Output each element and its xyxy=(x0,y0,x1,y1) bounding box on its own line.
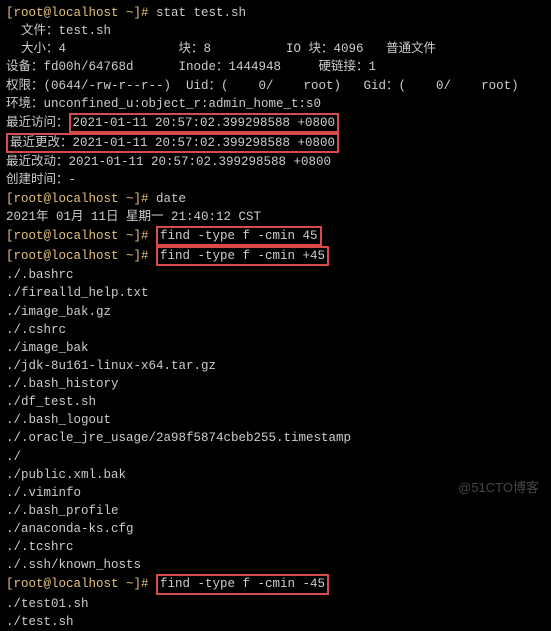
stat-perm: 权限：(0644/-rw-r--r--) Uid：( 0/ root) Gid：… xyxy=(6,77,545,95)
stat-size: 大小：4 块：8 IO 块：4096 普通文件 xyxy=(6,40,545,58)
list-item: ./image_bak.gz xyxy=(6,303,545,321)
prompt: [root@localhost ~]# xyxy=(6,249,156,263)
list-item: ./anaconda-ks.cfg xyxy=(6,520,545,538)
list-item: ./.tcshrc xyxy=(6,538,545,556)
stat-mtime: 最近更改：2021-01-11 20:57:02.399298588 +0800 xyxy=(6,133,545,153)
list-item: ./.bash_profile xyxy=(6,502,545,520)
terminal-line[interactable]: [root@localhost ~]# stat test.sh xyxy=(6,4,545,22)
terminal-line[interactable]: [root@localhost ~]# find -type f -cmin 4… xyxy=(6,226,545,246)
highlight-find2: find -type f -cmin +45 xyxy=(156,246,329,266)
list-item: ./.ssh/known_hosts xyxy=(6,556,545,574)
command-text: stat test.sh xyxy=(156,6,246,20)
prompt: [root@localhost ~]# xyxy=(6,577,156,591)
list-item: ./.bash_history xyxy=(6,375,545,393)
list-item: ./.bashrc xyxy=(6,266,545,284)
list-item: ./ xyxy=(6,448,545,466)
highlight-mtime: 最近更改：2021-01-11 20:57:02.399298588 +0800 xyxy=(6,133,339,153)
stat-device: 设备：fd00h/64768d Inode：1444948 硬链接：1 xyxy=(6,58,545,76)
list-item: ./test01.sh xyxy=(6,595,545,613)
list-item: ./test.sh xyxy=(6,613,545,631)
date-output: 2021年 01月 11日 星期一 21:40:12 CST xyxy=(6,208,545,226)
stat-birth: 创建时间：- xyxy=(6,171,545,189)
stat-env: 环境：unconfined_u:object_r:admin_home_t:s0 xyxy=(6,95,545,113)
list-item: ./.oracle_jre_usage/2a98f5874cbeb255.tim… xyxy=(6,429,545,447)
list-item: ./firealld_help.txt xyxy=(6,284,545,302)
prompt: [root@localhost ~]# xyxy=(6,192,156,206)
terminal-line[interactable]: [root@localhost ~]# find -type f -cmin -… xyxy=(6,574,545,594)
command-text: date xyxy=(156,192,186,206)
list-item: ./image_bak xyxy=(6,339,545,357)
highlight-find1: find -type f -cmin 45 xyxy=(156,226,322,246)
terminal-line[interactable]: [root@localhost ~]# find -type f -cmin +… xyxy=(6,246,545,266)
list-item: ./.cshrc xyxy=(6,321,545,339)
stat-ctime: 最近改动：2021-01-11 20:57:02.399298588 +0800 xyxy=(6,153,545,171)
stat-atime: 最近访问：2021-01-11 20:57:02.399298588 +0800 xyxy=(6,113,545,133)
prompt: [root@localhost ~]# xyxy=(6,6,156,20)
list-item: ./df_test.sh xyxy=(6,393,545,411)
watermark: @51CTO博客 xyxy=(458,479,539,498)
highlight-atime: 2021-01-11 20:57:02.399298588 +0800 xyxy=(69,113,340,133)
list-item: ./.bash_logout xyxy=(6,411,545,429)
stat-file: 文件：test.sh xyxy=(6,22,545,40)
list-item: ./jdk-8u161-linux-x64.tar.gz xyxy=(6,357,545,375)
highlight-find3: find -type f -cmin -45 xyxy=(156,574,329,594)
prompt: [root@localhost ~]# xyxy=(6,229,156,243)
terminal-line[interactable]: [root@localhost ~]# date xyxy=(6,190,545,208)
